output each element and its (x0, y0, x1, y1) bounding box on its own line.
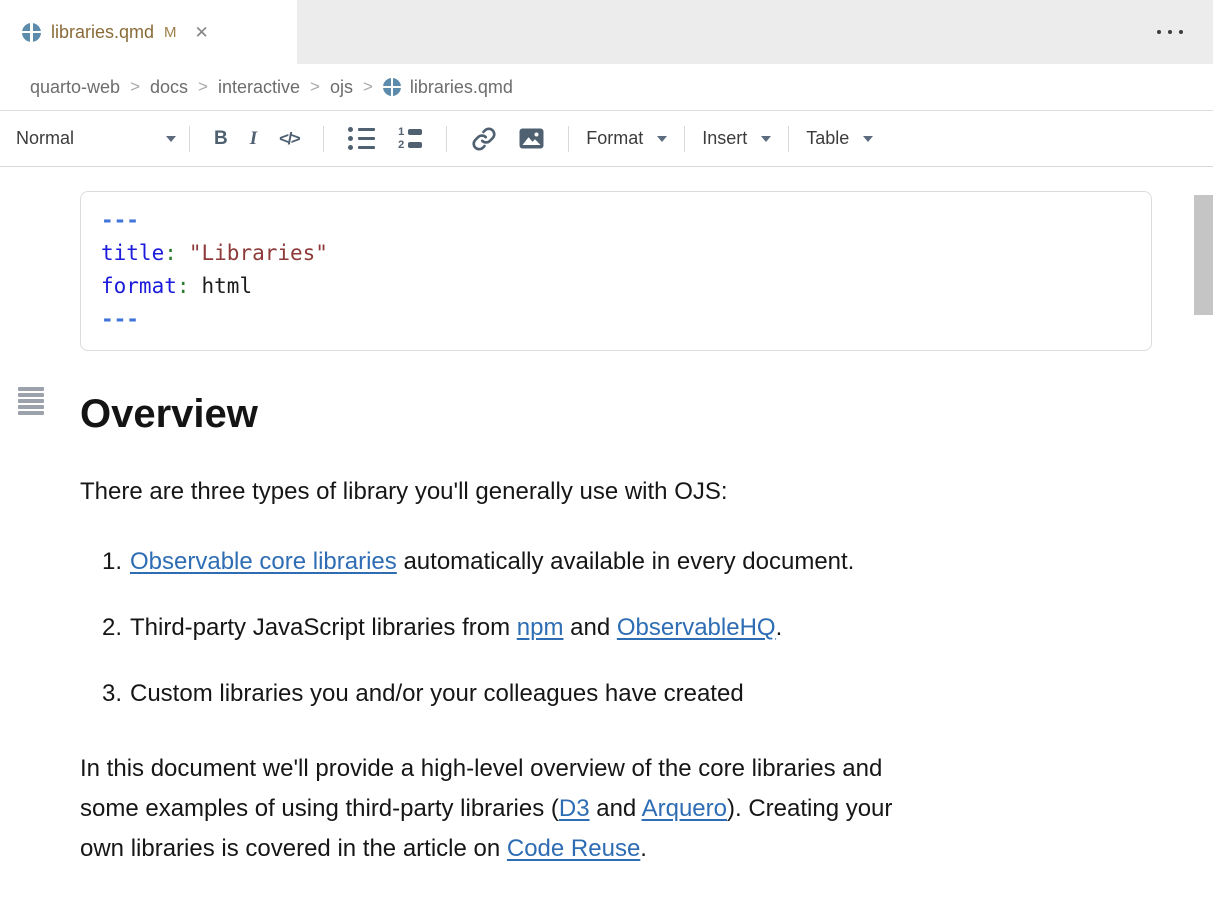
link-observablehq[interactable]: ObservableHQ (617, 614, 776, 641)
link-arquero[interactable]: Arquero (642, 795, 727, 822)
toolbar-divider (189, 126, 190, 152)
yaml-front-matter-block[interactable]: --- title:"Libraries" format:html --- (80, 191, 1152, 351)
chevron-right-icon: > (363, 77, 373, 97)
tab-bar: libraries.qmd M ✕ (0, 0, 1213, 64)
intro-paragraph: There are three types of library you'll … (80, 473, 1213, 511)
toolbar-divider (446, 126, 447, 152)
closing-line: In this document we'll provide a high-le… (80, 749, 1213, 789)
link-button[interactable] (471, 126, 497, 152)
block-drag-handle-icon[interactable] (18, 387, 44, 415)
format-menu-label: Format (586, 128, 643, 149)
quarto-file-icon (383, 78, 401, 96)
modified-badge: M (164, 24, 177, 41)
tab-libraries-qmd[interactable]: libraries.qmd M ✕ (0, 0, 297, 64)
list-item: 1.Observable core libraries automaticall… (102, 543, 1213, 581)
yaml-delimiter: --- (101, 204, 1131, 237)
chevron-down-icon (761, 136, 771, 142)
list-item: 2.Third-party JavaScript libraries from … (102, 609, 1213, 647)
chevron-down-icon (657, 136, 667, 142)
chevron-right-icon: > (130, 77, 140, 97)
image-button[interactable] (519, 128, 544, 149)
link-icon (471, 126, 497, 152)
bold-button[interactable]: B (214, 128, 228, 150)
editor-toolbar: Normal B I </> Format (0, 111, 1213, 167)
yaml-entry-title: title:"Libraries" (101, 237, 1131, 270)
paragraph-style-label: Normal (16, 128, 74, 149)
closing-line: own libraries is covered in the article … (80, 829, 1213, 869)
format-menu[interactable]: Format (586, 128, 667, 149)
insert-menu-label: Insert (702, 128, 747, 149)
yaml-entry-format: format:html (101, 270, 1131, 303)
editor-content[interactable]: --- title:"Libraries" format:html --- Ov… (0, 191, 1213, 912)
section-heading: Overview (80, 391, 1213, 437)
ellipsis-dot (1179, 30, 1183, 34)
breadcrumb-item-docs[interactable]: docs (150, 77, 188, 98)
closing-line: some examples of using third-party libra… (80, 789, 1213, 829)
breadcrumb-item-ojs[interactable]: ojs (330, 77, 353, 98)
link-observable-core-libraries[interactable]: Observable core libraries (130, 548, 397, 575)
toolbar-divider (568, 126, 569, 152)
paragraph-style-select[interactable]: Normal (16, 128, 176, 149)
code-button[interactable]: </> (279, 129, 299, 149)
breadcrumb-filename: libraries.qmd (410, 77, 513, 98)
numbered-list-icon (397, 127, 422, 150)
numbered-list-button[interactable] (397, 127, 422, 150)
list-item: 3.Custom libraries you and/or your colle… (102, 675, 1213, 713)
toolbar-divider (788, 126, 789, 152)
bullet-list-button[interactable] (348, 127, 375, 150)
ellipsis-dot (1157, 30, 1161, 34)
toolbar-divider (323, 126, 324, 152)
table-menu[interactable]: Table (806, 128, 873, 149)
bullet-list-icon (348, 127, 375, 150)
chevron-down-icon (863, 136, 873, 142)
close-icon[interactable]: ✕ (195, 24, 209, 41)
breadcrumb-item-quarto-web[interactable]: quarto-web (30, 77, 120, 98)
breadcrumb-item-file[interactable]: libraries.qmd (383, 77, 513, 98)
toolbar-divider (684, 126, 685, 152)
ellipsis-dot (1168, 30, 1172, 34)
vertical-scrollbar-thumb[interactable] (1194, 195, 1213, 315)
link-npm[interactable]: npm (517, 614, 564, 641)
chevron-down-icon (166, 136, 176, 142)
quarto-file-icon (22, 23, 41, 42)
insert-menu[interactable]: Insert (702, 128, 771, 149)
italic-button[interactable]: I (250, 128, 257, 150)
table-menu-label: Table (806, 128, 849, 149)
breadcrumb-item-interactive[interactable]: interactive (218, 77, 300, 98)
image-icon (519, 128, 544, 149)
closing-paragraph: In this document we'll provide a high-le… (80, 749, 1213, 869)
chevron-right-icon: > (310, 77, 320, 97)
link-code-reuse[interactable]: Code Reuse (507, 835, 640, 862)
chevron-right-icon: > (198, 77, 208, 97)
yaml-delimiter: --- (101, 303, 1131, 336)
link-d3[interactable]: D3 (559, 795, 590, 822)
breadcrumb: quarto-web > docs > interactive > ojs > … (0, 64, 1213, 111)
tab-filename: libraries.qmd (51, 22, 154, 43)
library-types-list: 1.Observable core libraries automaticall… (0, 543, 1213, 713)
more-actions-icon[interactable] (1155, 24, 1185, 40)
